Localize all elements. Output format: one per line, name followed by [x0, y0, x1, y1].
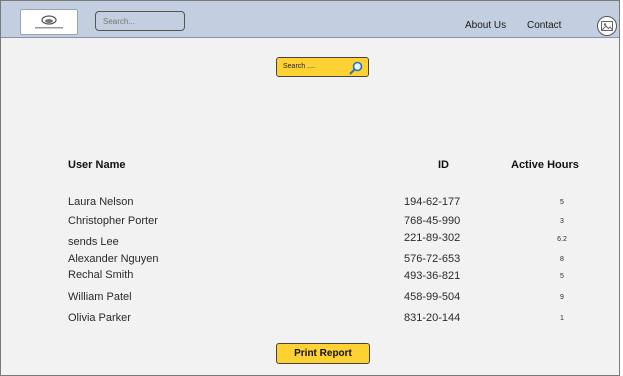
table-cell-active-hours: 8 [560, 256, 564, 263]
table-cell-id: 768-45-990 [404, 215, 461, 227]
table-cell-id: 458-99-504 [404, 291, 461, 303]
user-avatar-icon[interactable] [597, 16, 617, 36]
logo-icon [35, 15, 63, 29]
print-report-button[interactable]: Print Report [276, 343, 370, 364]
table-cell-user-name: William Patel [68, 291, 132, 303]
header-search-input[interactable] [95, 11, 185, 31]
main-search-button[interactable]: Search .... [276, 57, 369, 77]
column-header-id: ID [438, 159, 449, 171]
table-cell-id: 831-20-144 [404, 312, 461, 324]
table-cell-id: 221-89-302 [404, 232, 461, 244]
table-cell-active-hours: 5 [560, 199, 564, 206]
table-cell-id: 493-36-821 [404, 270, 461, 282]
magnifier-icon [349, 61, 363, 75]
table-cell-user-name: Laura Nelson [68, 196, 134, 208]
profile-picture-icon [601, 21, 613, 31]
top-navigation-bar: About Us Contact [1, 1, 619, 38]
table-cell-user-name: Alexander Nguyen [68, 253, 159, 265]
nav-contact-link[interactable]: Contact [527, 20, 561, 31]
table-cell-active-hours: 1 [560, 315, 564, 322]
table-cell-user-name: sends Lee [68, 236, 119, 248]
table-cell-active-hours: 3 [560, 218, 564, 225]
main-search-label: Search .... [283, 63, 315, 70]
table-cell-user-name: Christopher Porter [68, 215, 158, 227]
table-cell-id: 576-72-653 [404, 253, 461, 265]
table-cell-active-hours: 6.2 [557, 236, 567, 243]
table-cell-active-hours: 5 [560, 273, 564, 280]
column-header-active-hours: Active Hours [511, 159, 579, 171]
column-header-user-name: User Name [68, 159, 126, 171]
table-cell-id: 194-62-177 [404, 196, 461, 208]
table-cell-active-hours: 9 [560, 294, 564, 301]
table-cell-user-name: Rechal Smith [68, 269, 134, 281]
app-window: About Us Contact Search .... User Name I… [0, 0, 620, 376]
nav-about-us-link[interactable]: About Us [465, 20, 506, 31]
company-logo[interactable] [20, 9, 78, 35]
table-cell-user-name: Olivia Parker [68, 312, 131, 324]
